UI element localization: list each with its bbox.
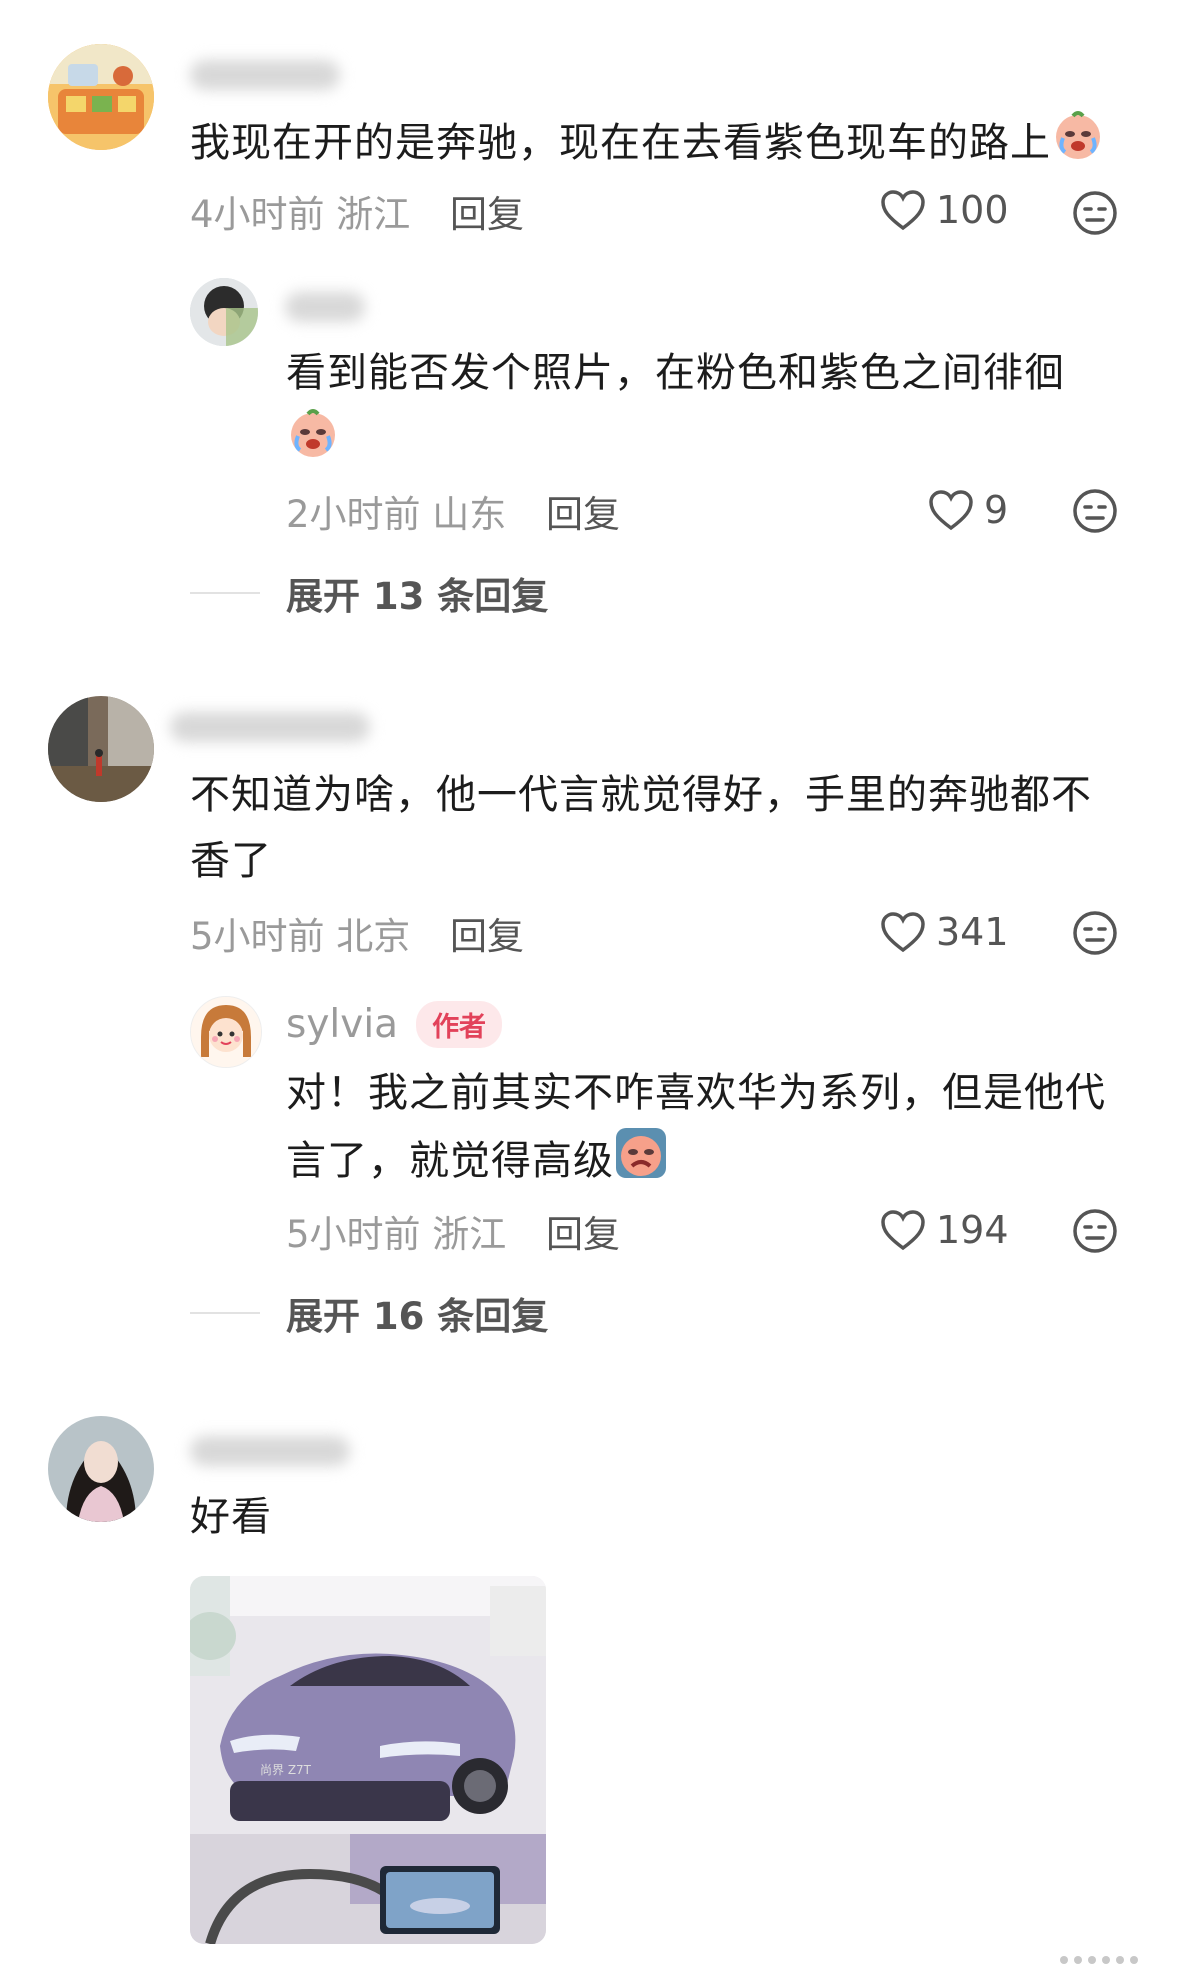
sad-face-emoji-icon: [614, 1126, 668, 1200]
author-header: sylvia 作者: [286, 1000, 503, 1048]
reply-button[interactable]: 回复: [450, 184, 524, 238]
avatar[interactable]: [48, 1416, 154, 1522]
heart-icon: [929, 490, 973, 531]
dislike-button[interactable]: [1072, 488, 1118, 538]
comment-image[interactable]: 尚界 Z7T: [190, 1576, 546, 1944]
heart-icon: [881, 190, 925, 231]
dislike-face-icon: [1073, 489, 1117, 533]
username-blurred[interactable]: [170, 712, 370, 742]
dislike-face-icon: [1073, 191, 1117, 235]
comment-text: 不知道为啥，他一代言就觉得好，手里的奔驰都不香了: [190, 772, 1092, 884]
reply-text: 对！我之前其实不咋喜欢华为系列，但是他代言了，就觉得高级: [286, 1060, 1126, 1200]
more-dots-icon: [1060, 1956, 1138, 1964]
like-button[interactable]: 9: [928, 488, 1008, 532]
like-count: 100: [936, 188, 1009, 232]
username-blurred[interactable]: [190, 1436, 350, 1466]
like-count: 341: [936, 910, 1009, 954]
expand-replies-button[interactable]: 展开 13 条回复: [190, 566, 548, 620]
avatar[interactable]: [190, 278, 258, 346]
like-button[interactable]: 100: [880, 188, 1009, 232]
heart-icon: [881, 912, 925, 953]
reply-time-location: 2小时前 山东: [286, 493, 507, 536]
expand-replies-label: 展开 13 条回复: [286, 575, 549, 618]
reply-button[interactable]: 回复: [546, 484, 620, 538]
username-blurred[interactable]: [285, 292, 365, 322]
divider: [190, 592, 260, 594]
heart-icon: [881, 1210, 925, 1251]
reply-text: 看到能否发个照片，在粉色和紫色之间徘徊: [286, 340, 1106, 480]
avatar[interactable]: [190, 996, 262, 1068]
dislike-button[interactable]: [1072, 190, 1118, 240]
dislike-face-icon: [1073, 1209, 1117, 1253]
author-username[interactable]: sylvia: [286, 1002, 398, 1047]
like-count: 9: [984, 488, 1009, 532]
avatar[interactable]: [48, 696, 154, 802]
purple-car-photo: 尚界 Z7T: [190, 1576, 546, 1944]
expand-replies-label: 展开 16 条回复: [286, 1295, 549, 1338]
comment-text: 好看: [190, 1494, 272, 1540]
reply-time-location: 5小时前 浙江: [286, 1213, 507, 1256]
car-badge-caption: 尚界 Z7T: [260, 1763, 312, 1777]
comment-text: 我现在开的是奔驰，现在在去看紫色现车的路上: [190, 108, 1130, 182]
comment-time-location: 5小时前 北京: [190, 915, 411, 958]
dislike-button[interactable]: [1072, 910, 1118, 960]
expand-replies-button[interactable]: 展开 16 条回复: [190, 1286, 548, 1340]
like-button[interactable]: 194: [880, 1208, 1009, 1252]
like-count: 194: [936, 1208, 1009, 1252]
dislike-face-icon: [1073, 911, 1117, 955]
author-badge: 作者: [416, 1001, 503, 1048]
comment-time-location: 4小时前 浙江: [190, 193, 411, 236]
like-button[interactable]: 341: [880, 910, 1009, 954]
avatar[interactable]: [48, 44, 154, 150]
crying-emoji-icon: [286, 406, 340, 480]
username-blurred[interactable]: [190, 60, 340, 90]
crying-emoji-icon: [1051, 108, 1105, 182]
reply-button[interactable]: 回复: [450, 906, 524, 960]
reply-button[interactable]: 回复: [546, 1204, 620, 1258]
dislike-button[interactable]: [1072, 1208, 1118, 1258]
divider: [190, 1312, 260, 1314]
